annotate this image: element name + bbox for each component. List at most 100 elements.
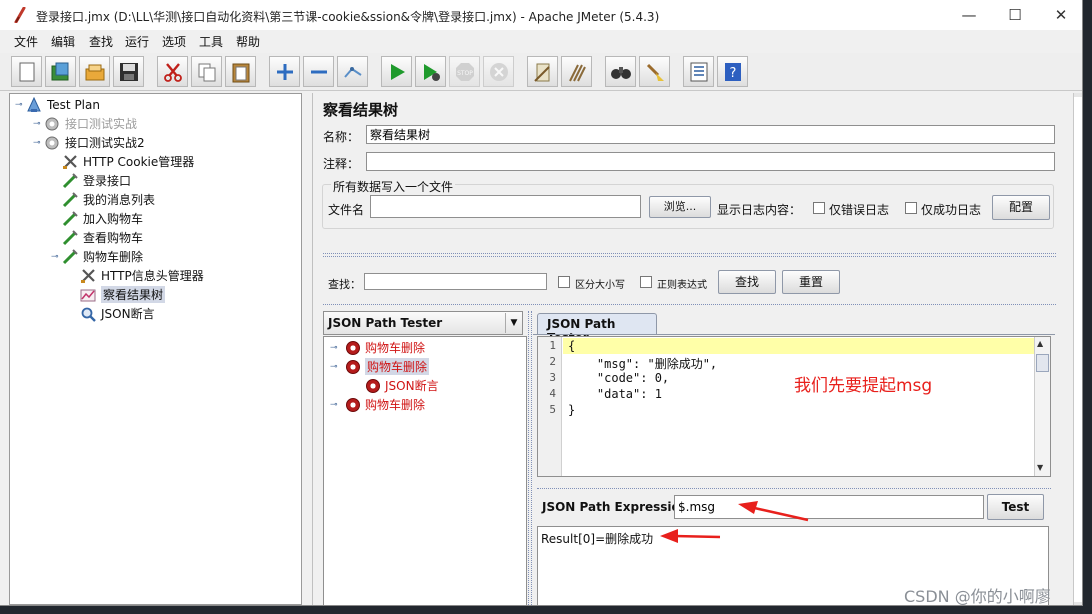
paste-button[interactable]	[225, 56, 256, 87]
tree-node[interactable]: ⊸ 购物车删除	[10, 247, 301, 266]
comment-input[interactable]	[366, 152, 1055, 171]
menu-search[interactable]: 查找	[89, 33, 113, 50]
reset-search-button[interactable]	[639, 56, 670, 87]
splitter-json[interactable]	[537, 488, 1051, 489]
copy-button[interactable]	[191, 56, 222, 87]
open-button[interactable]	[79, 56, 110, 87]
expand-toggle-icon[interactable]: ⊸	[330, 343, 346, 353]
clear-button[interactable]	[527, 56, 558, 87]
templates-button[interactable]	[45, 56, 76, 87]
testplan-icon	[25, 96, 43, 113]
splitter-middle[interactable]	[323, 304, 1056, 307]
toggle-button[interactable]	[337, 56, 368, 87]
shutdown-button[interactable]	[483, 56, 514, 87]
expression-input[interactable]	[674, 495, 984, 519]
regex-checkbox[interactable]	[640, 276, 652, 288]
collapse-all-button[interactable]	[303, 56, 334, 87]
save-button[interactable]	[113, 56, 144, 87]
toolbar: STOP ?	[0, 53, 1082, 91]
search-button[interactable]	[605, 56, 636, 87]
jmeter-feather-icon	[14, 7, 26, 23]
tree-node[interactable]: HTTP信息头管理器	[10, 266, 301, 285]
tree-node[interactable]: HTTP Cookie管理器	[10, 152, 301, 171]
expand-toggle-icon[interactable]: ⊸	[330, 362, 346, 372]
tab-json-path-tester[interactable]: JSON Path Tester	[537, 313, 657, 345]
code-lines: { "msg": "删除成功", "code": 0, "data": 1}	[538, 337, 1034, 476]
new-button[interactable]	[11, 56, 42, 87]
sampler-icon	[61, 248, 79, 265]
scroll-thumb[interactable]	[1036, 354, 1049, 372]
window-title: 登录接口.jmx (D:\LL\华测\接口自动化资料\第三节课-cookie&s…	[36, 10, 660, 24]
window-scroll-track[interactable]	[1074, 97, 1082, 602]
success-only-checkbox[interactable]	[905, 202, 917, 214]
log-display-label: 显示日志内容：	[717, 203, 802, 217]
result-node[interactable]: JSON断言	[324, 376, 526, 395]
expand-toggle-icon[interactable]: ⊸	[15, 100, 25, 110]
minimize-button[interactable]: —	[946, 0, 992, 30]
tree-node-label: HTTP Cookie管理器	[83, 155, 195, 169]
menu-edit[interactable]: 编辑	[51, 33, 75, 50]
menu-file[interactable]: 文件	[14, 33, 38, 50]
result-node[interactable]: ⊸ 购物车删除	[324, 338, 526, 357]
tree-node[interactable]: JSON断言	[10, 304, 301, 323]
response-json-viewer[interactable]: 12345 { "msg": "删除成功", "code": 0, "data"…	[537, 336, 1051, 477]
tree-node-label: 接口测试实战	[65, 117, 138, 131]
window-scrollbar[interactable]: ▲	[1073, 93, 1082, 605]
search-input[interactable]	[364, 273, 547, 290]
tree-node[interactable]: 查看购物车	[10, 228, 301, 247]
scroll-up-icon[interactable]: ▲	[1037, 339, 1043, 348]
json-scrollbar[interactable]: ▲ ▼	[1034, 337, 1050, 476]
tree-node[interactable]: 我的消息列表	[10, 190, 301, 209]
clear-all-button[interactable]	[561, 56, 592, 87]
tree-node[interactable]: ⊸ 接口测试实战	[10, 114, 301, 133]
result-node[interactable]: ⊸ 购物车删除	[324, 357, 526, 376]
tree-node[interactable]: 加入购物车	[10, 209, 301, 228]
test-button[interactable]: Test	[987, 494, 1044, 520]
splitter-top[interactable]	[323, 253, 1056, 257]
tree-node[interactable]: 察看结果树	[10, 285, 301, 304]
start-no-pause-button[interactable]	[415, 56, 446, 87]
tree-node[interactable]: ⊸ 接口测试实战2	[10, 133, 301, 152]
templates-icon	[51, 62, 68, 80]
menu-help[interactable]: 帮助	[236, 33, 260, 50]
menu-tools[interactable]: 工具	[199, 33, 223, 50]
expand-toggle-icon[interactable]: ⊸	[330, 400, 346, 410]
stop-button[interactable]: STOP	[449, 56, 480, 87]
expand-all-button[interactable]	[269, 56, 300, 87]
code-line: {	[568, 339, 576, 353]
start-button[interactable]	[381, 56, 412, 87]
chevron-down-icon[interactable]: ▼	[505, 313, 522, 333]
tree-node[interactable]: ⊸ Test Plan	[10, 95, 301, 114]
panel-heading: 察看结果树	[323, 101, 399, 119]
filename-input[interactable]	[370, 195, 641, 218]
jmeter-window: 登录接口.jmx (D:\LL\华测\接口自动化资料\第三节课-cookie&s…	[0, 0, 1083, 606]
splitter-vertical[interactable]	[528, 311, 532, 605]
expand-toggle-icon[interactable]: ⊸	[33, 119, 43, 129]
errors-only-checkbox[interactable]	[813, 202, 825, 214]
cut-button[interactable]	[157, 56, 188, 87]
expand-icon	[276, 63, 293, 80]
browse-button[interactable]: 浏览...	[649, 196, 711, 218]
name-input[interactable]	[366, 125, 1055, 144]
result-node[interactable]: ⊸ 购物车删除	[324, 395, 526, 414]
code-line: }	[568, 403, 576, 417]
case-sensitive-checkbox[interactable]	[558, 276, 570, 288]
close-button[interactable]: ✕	[1038, 0, 1082, 30]
scroll-down-icon[interactable]: ▼	[1037, 463, 1043, 472]
help-button[interactable]: ?	[717, 56, 748, 87]
reset-button[interactable]: 重置	[782, 270, 840, 294]
expand-toggle-icon[interactable]: ⊸	[51, 252, 61, 262]
menu-options[interactable]: 选项	[162, 33, 186, 50]
find-button[interactable]: 查找	[718, 270, 776, 294]
tree-node-label: 加入购物车	[83, 212, 144, 226]
configure-button[interactable]: 配置	[992, 195, 1050, 220]
function-helper-icon	[690, 62, 707, 81]
errors-only-label: 仅错误日志	[829, 203, 890, 217]
expand-toggle-icon[interactable]: ⊸	[33, 138, 43, 148]
tree-node[interactable]: 登录接口	[10, 171, 301, 190]
menu-run[interactable]: 运行	[125, 33, 149, 50]
function-helper-button[interactable]	[683, 56, 714, 87]
renderer-select[interactable]: JSON Path Tester ▼	[323, 311, 523, 335]
tree-node-label: 购物车删除	[83, 250, 144, 264]
maximize-button[interactable]: ☐	[992, 0, 1038, 30]
